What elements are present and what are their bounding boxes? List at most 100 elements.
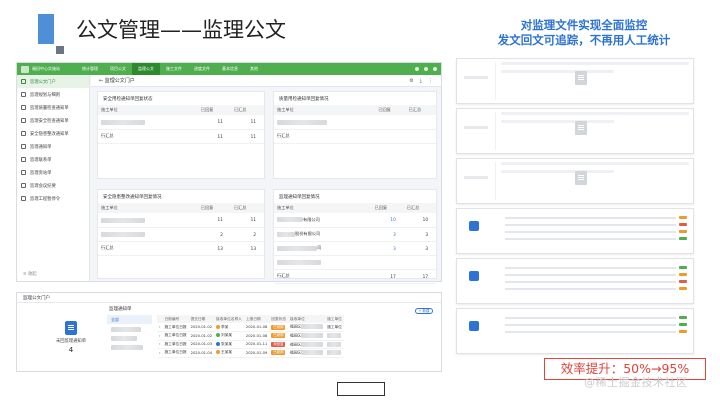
tab-title[interactable]: 监理公文门户 [105, 77, 135, 84]
table-row[interactable]: › 施工单位日报 2020-01-02 刘某某 2020-01-08 已超期 福… [157, 331, 344, 341]
cell: 行汇总 [274, 129, 366, 144]
thumb-row [505, 222, 687, 227]
recv-unit: 福田区 [290, 350, 302, 355]
document-icon [65, 321, 77, 335]
nav-item[interactable]: 项目公文 [104, 63, 132, 75]
cell[interactable]: 3 [371, 241, 404, 256]
table-row[interactable]: › 施工单位日报 2020-01-02 李某 2020-01-08 已超期 福田… [157, 323, 344, 332]
col-header [187, 105, 198, 115]
cell: 有限公司 [303, 216, 320, 222]
document-icon [469, 271, 479, 281]
panel-table: 施工单位 已回复 已汇总 有限公司 10 10 股份有限公司 3 3 司 33 行汇总 17 17 [274, 203, 436, 284]
cell: 已超期 [269, 331, 289, 341]
cell[interactable]: 3 [371, 227, 404, 242]
thumb-line [464, 76, 488, 79]
thumb-row [505, 286, 687, 291]
panel-title: 质量用检通知单回复情况 [279, 97, 329, 102]
cell: 3 [403, 241, 436, 256]
cell: 2020-01-02 [188, 323, 215, 332]
thumb-sidebar [460, 162, 496, 200]
recv-unit: 福田区 [290, 324, 302, 329]
thumbnail [456, 258, 694, 304]
panel-title: 安全用检通知单回复状态 [103, 97, 153, 102]
col-header [361, 203, 372, 213]
avatar [216, 333, 221, 338]
table-row[interactable]: › 施工单位日报 2020-01-04 王某某 2020-01-09 已超期 福… [157, 348, 344, 358]
collapse-label: 收起 [27, 272, 37, 277]
thumb-sidebar [460, 112, 496, 150]
cell: 李某 [214, 323, 244, 332]
sidebar-item[interactable]: 监理工程暂停令 [17, 192, 89, 205]
bell-icon[interactable] [415, 67, 419, 71]
more-icon[interactable]: ⋮ [428, 78, 433, 84]
table-row [274, 115, 436, 130]
col-header: 施工单位 [274, 203, 362, 213]
cell[interactable]: 10 [371, 213, 404, 228]
settings-icon[interactable]: ⚙ [409, 78, 413, 84]
card-count: 4 [68, 346, 74, 354]
thumbnail [456, 308, 694, 354]
slide-page-box [337, 382, 385, 396]
thumbnail [456, 108, 694, 154]
cell: 司 [317, 245, 322, 250]
top-tools [415, 67, 441, 71]
cell [325, 340, 344, 349]
col-header: 回复状态 [269, 315, 289, 323]
cell: 11 [230, 129, 264, 144]
collapse-toggle[interactable]: ≡ 收起 [23, 271, 37, 277]
sidebar-item[interactable]: 监理公文门户 [17, 75, 89, 88]
sidebar-item[interactable]: 监理安全检查通知单 [17, 114, 89, 127]
add-button[interactable]: + 新建 [415, 308, 433, 314]
thumb-bar [501, 112, 689, 115]
tree-item[interactable]: 全部 [107, 315, 152, 324]
user-icon[interactable] [424, 67, 428, 71]
tree-item[interactable] [107, 342, 152, 351]
doc-icon [21, 92, 26, 97]
table-row[interactable]: › 施工单位日报 2020-01-03 张某某 2020-01-11 未回复 福… [157, 340, 344, 349]
settings-icon[interactable] [433, 67, 437, 71]
sidebar-item[interactable]: 监理联系单 [17, 153, 89, 166]
sidebar-item[interactable]: 监理会议纪要 [17, 179, 89, 192]
nav-item[interactable]: 施工文件 [160, 63, 188, 75]
title-accent-dot [56, 46, 64, 54]
cell: 张某某 [214, 340, 244, 349]
nav-item-active[interactable]: 监理公文 [132, 63, 160, 75]
table-row: 行汇总 11 11 [98, 129, 264, 144]
sidebar-item[interactable]: 监理旁站单 [17, 166, 89, 179]
sidebar-item[interactable]: 监理质量检查通知单 [17, 101, 89, 114]
sidebar-item[interactable]: 监理规划与细则 [17, 88, 89, 101]
cell: 已超期 [269, 323, 289, 332]
nav-item[interactable]: 统计管理 [76, 63, 104, 75]
nav-item[interactable]: 其他 [244, 63, 264, 75]
panel-hazard-rectify: 安全隐患整改通知单回复情况 施工单位 已回复 已汇总 11 11 22 行汇总 13 13 [97, 189, 265, 279]
col-header: 上报日期 [243, 315, 270, 323]
nav-item[interactable]: 基本信息 [216, 63, 244, 75]
panel-table: 施工单位 已回复 已汇总 行汇总 [274, 105, 436, 144]
col-header: 已汇总 [230, 203, 264, 213]
sidebar-item[interactable]: 安全隐患整改通知单 [17, 127, 89, 140]
cell: 施工单位日报 [162, 331, 189, 341]
col-header: 施工单位 [325, 315, 344, 323]
col-header: 提交日期 [188, 315, 215, 323]
sidebar-item[interactable]: 监理通知单 [17, 140, 89, 153]
tree-item[interactable] [107, 333, 152, 342]
tree-item[interactable] [107, 324, 152, 333]
table-row [274, 255, 436, 270]
thumb-row [505, 322, 687, 327]
cell: 施工单位日报 [162, 348, 189, 358]
document-icon [575, 171, 587, 185]
cell [325, 331, 344, 341]
doc-icon [21, 144, 26, 149]
nav-item[interactable]: 进度文件 [188, 63, 216, 75]
table-row: 行汇总 [274, 129, 436, 144]
thumb-line [464, 176, 488, 179]
thumb-rows [505, 265, 687, 293]
panel-title: 监理通知单回复情况 [279, 195, 320, 200]
download-icon[interactable]: ⤓ [420, 78, 422, 84]
panel-title: 安全隐患整改通知单回复情况 [103, 195, 162, 200]
cell: 股份有限公司 [295, 231, 321, 236]
panel-notice-reply: 监理通知单回复情况 施工单位 已回复 已汇总 有限公司 10 10 股份有限公司 3 3 司… [273, 189, 437, 284]
pending-notice-card[interactable]: 未回监理通知单 4 [45, 315, 97, 367]
sidebar-label: 监理规划与细则 [30, 92, 61, 98]
cell: 2020-01-11 [243, 340, 270, 349]
